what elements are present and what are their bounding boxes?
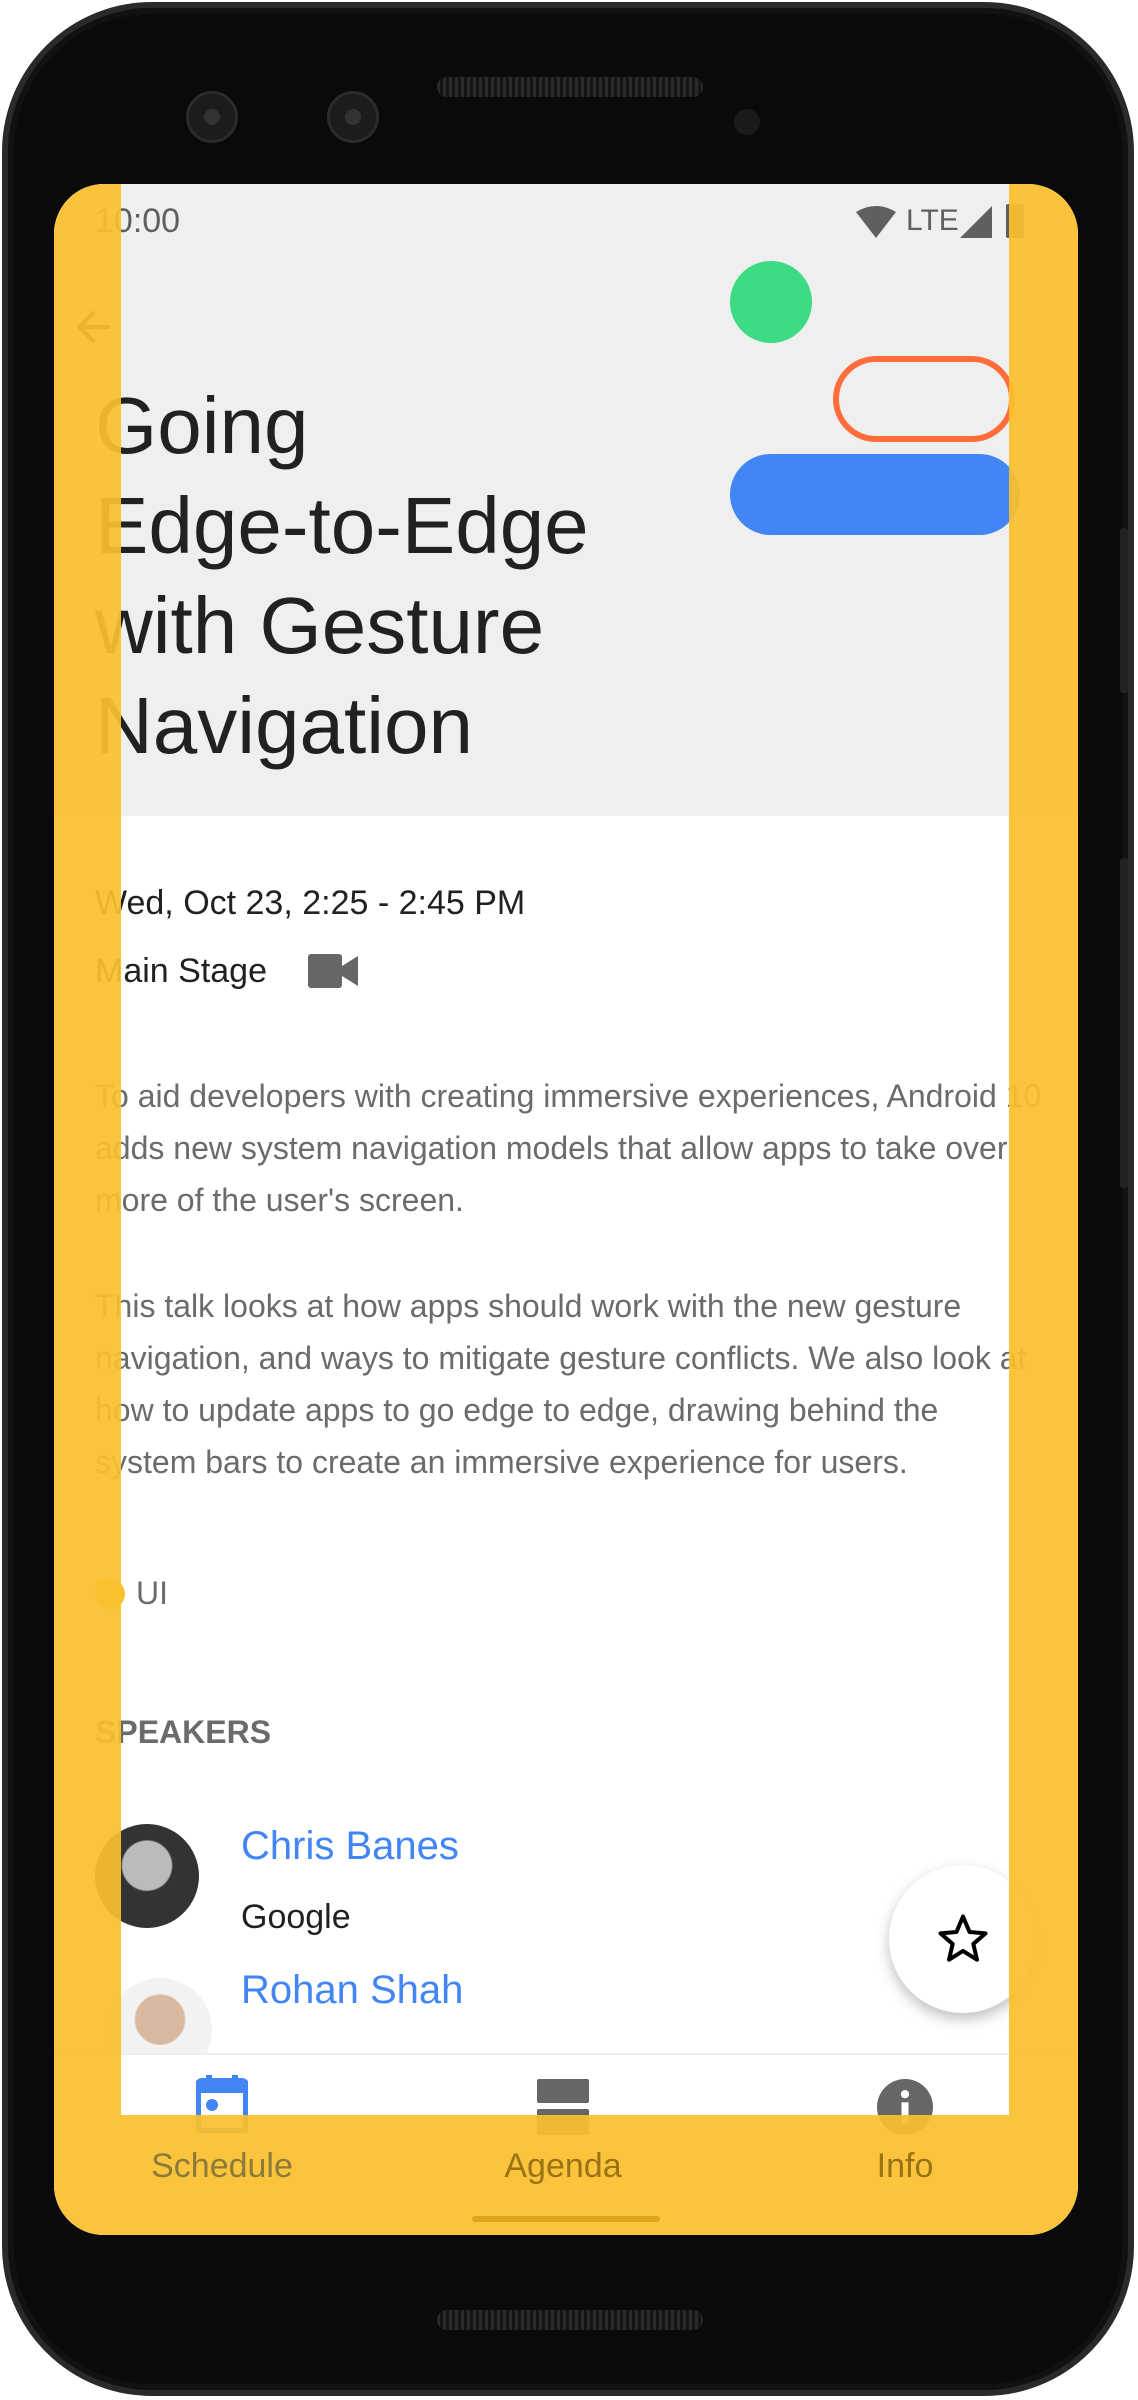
description-paragraph: To aid developers with creating immersiv…	[95, 1078, 1042, 1218]
session-header: 10:00 LTE Going Edge-to-Edge with Gestur…	[54, 184, 1078, 816]
title-line: Edge-to-Edge	[95, 481, 589, 570]
right-inset-overlay	[1009, 184, 1078, 2115]
front-camera-2	[327, 91, 379, 143]
speaker-name: Chris Banes	[241, 1824, 459, 1868]
power-button	[1120, 528, 1128, 693]
session-datetime: Wed, Oct 23, 2:25 - 2:45 PM	[95, 884, 526, 922]
gesture-handle[interactable]	[472, 2216, 660, 2222]
title-line: Going	[95, 381, 309, 470]
star-outline-icon	[938, 1914, 988, 1962]
speaker-row[interactable]: Rohan Shah	[54, 1968, 754, 2082]
speaker-company: Google	[241, 1898, 351, 1936]
title-line: with Gesture	[95, 581, 545, 670]
title-line: Navigation	[95, 681, 474, 770]
speaker-row[interactable]: Chris Banes Google	[54, 1824, 754, 1954]
wifi-icon	[856, 206, 896, 238]
left-inset-overlay	[54, 184, 121, 2115]
session-title: Going Edge-to-Edge with Gesture Navigati…	[95, 376, 695, 776]
screen: 10:00 LTE Going Edge-to-Edge with Gestur…	[54, 184, 1078, 2235]
sensor	[734, 109, 760, 135]
decor-blue-pill	[730, 454, 1020, 535]
earpiece-grille	[437, 77, 703, 97]
decor-green-circle	[730, 261, 812, 343]
decor-orange-pill	[833, 356, 1015, 442]
network-label: LTE	[906, 204, 959, 237]
speaker-grille	[437, 2310, 703, 2330]
volume-button	[1120, 858, 1128, 1188]
nav-label: Schedule	[151, 2147, 293, 2185]
nav-label: Info	[876, 2147, 934, 2185]
front-camera	[186, 91, 238, 143]
speaker-name: Rohan Shah	[241, 1968, 464, 2012]
nav-label: Agenda	[504, 2147, 622, 2185]
tag-label[interactable]: UI	[136, 1575, 168, 1612]
video-camera-icon[interactable]	[308, 954, 358, 988]
signal-icon	[960, 206, 992, 238]
speakers-heading: SPEAKERS	[95, 1714, 272, 1750]
description-paragraph: This talk looks at how apps should work …	[95, 1288, 1027, 1480]
